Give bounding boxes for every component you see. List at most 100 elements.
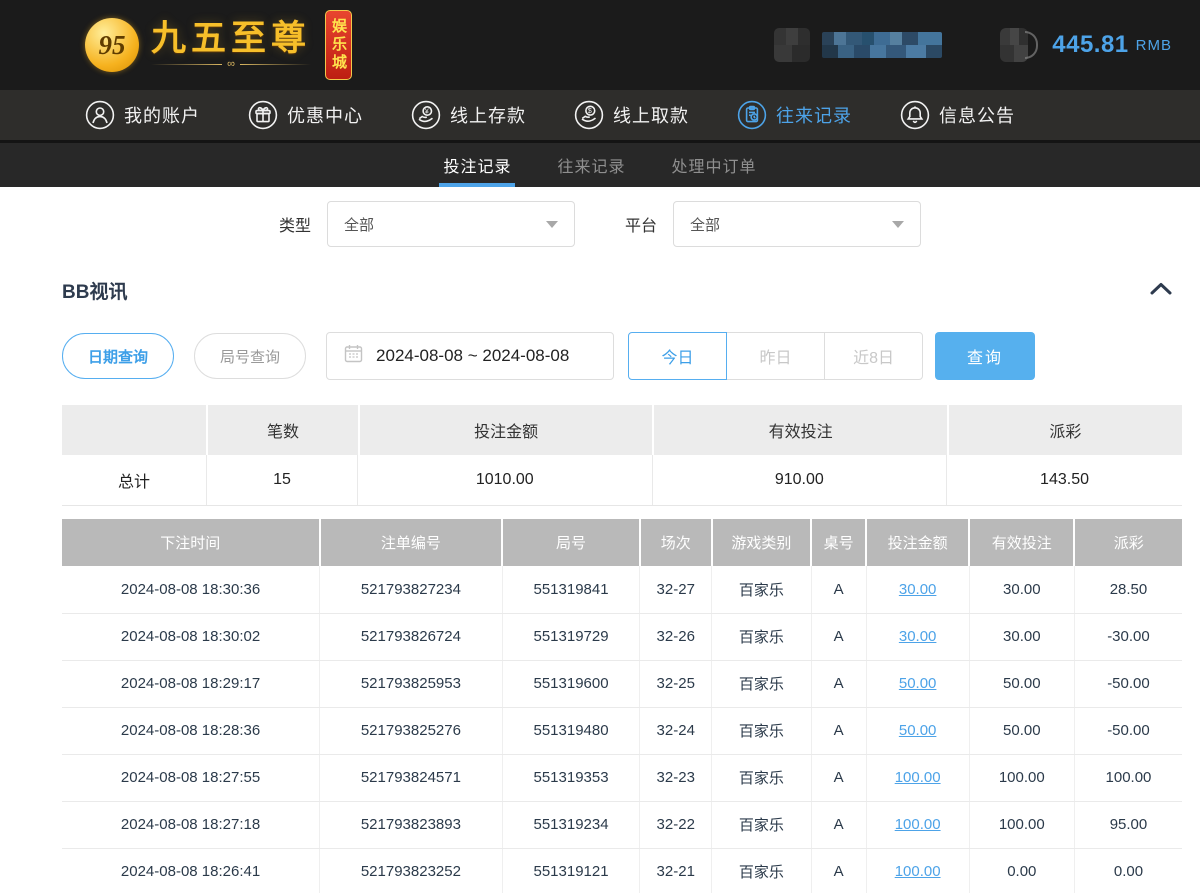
summary-total-bet: 1010.00 (358, 455, 653, 505)
col-bet-amount: 投注金额 (866, 519, 969, 566)
cell-bet-amount: 100.00 (866, 801, 969, 848)
nav-item-withdraw[interactable]: $ 线上取款 (574, 100, 689, 130)
yesterday-button[interactable]: 昨日 (726, 332, 825, 380)
nav-item-promotions[interactable]: 优惠中心 (248, 100, 363, 130)
bet-table-header-row: 下注时间 注单编号 局号 场次 游戏类别 桌号 投注金额 有效投注 派彩 (62, 519, 1182, 566)
col-order-id: 注单编号 (320, 519, 503, 566)
cell-table-no: A (811, 613, 866, 660)
bet-amount-link[interactable]: 100.00 (895, 769, 941, 786)
summary-header-count: 笔数 (208, 405, 358, 455)
logo-95-icon: 95 (85, 18, 139, 72)
date-query-button[interactable]: 日期查询 (62, 333, 174, 379)
wallet-icon (1000, 28, 1028, 62)
table-row: 2024-08-08 18:26:41 521793823252 5513191… (62, 848, 1182, 893)
cell-session: 32-27 (640, 566, 712, 613)
summary-total-count: 15 (207, 455, 358, 505)
collapse-section-button[interactable] (1150, 282, 1172, 300)
tab-processing-orders[interactable]: 处理中订单 (672, 143, 757, 187)
cell-bet-time: 2024-08-08 18:28:36 (62, 707, 320, 754)
table-row: 2024-08-08 18:28:36 521793825276 5513194… (62, 707, 1182, 754)
query-row: 日期查询 局号查询 2024-08-08 ~ 2024-08-08 今日 昨日 … (62, 332, 1182, 380)
cell-session: 32-22 (640, 801, 712, 848)
nav-item-my-account[interactable]: 我的账户 (85, 100, 200, 130)
platform-select[interactable]: 全部 (673, 201, 921, 247)
cell-table-no: A (811, 566, 866, 613)
cell-payout: -50.00 (1074, 707, 1182, 754)
col-game-type: 游戏类别 (712, 519, 812, 566)
cell-game-type: 百家乐 (712, 566, 812, 613)
summary-header-blank (62, 405, 206, 455)
cell-session: 32-21 (640, 848, 712, 893)
bet-amount-link[interactable]: 50.00 (899, 722, 937, 739)
logo-badge: 娱乐城 (325, 10, 352, 80)
sub-nav: 投注记录 往来记录 处理中订单 (0, 143, 1200, 187)
col-valid-bet: 有效投注 (969, 519, 1074, 566)
summary-total-label: 总计 (62, 455, 207, 505)
summary-table: 笔数 投注金额 有效投注 派彩 总计 15 1010.00 910.00 143… (62, 405, 1182, 506)
bet-amount-link[interactable]: 100.00 (895, 816, 941, 833)
cell-round-id: 551319729 (502, 613, 640, 660)
cell-round-id: 551319841 (502, 566, 640, 613)
nav-item-label: 我的账户 (124, 102, 200, 128)
chevron-down-icon (546, 221, 558, 228)
cell-game-type: 百家乐 (712, 754, 812, 801)
table-row: 2024-08-08 18:27:18 521793823893 5513192… (62, 801, 1182, 848)
site-logo[interactable]: 95 九五至尊 ∞ 娱乐城 (85, 10, 352, 80)
cell-round-id: 551319121 (502, 848, 640, 893)
cell-payout: 95.00 (1074, 801, 1182, 848)
cell-valid-bet: 50.00 (969, 660, 1074, 707)
bet-amount-link[interactable]: 30.00 (899, 628, 937, 645)
cell-bet-amount: 30.00 (866, 613, 969, 660)
col-session: 场次 (640, 519, 712, 566)
username-redacted (822, 32, 942, 58)
cell-bet-amount: 100.00 (866, 848, 969, 893)
cell-valid-bet: 50.00 (969, 707, 1074, 754)
summary-header-row: 笔数 投注金额 有效投注 派彩 (62, 405, 1182, 455)
nav-item-label: 往来记录 (776, 102, 852, 128)
withdraw-icon: $ (574, 100, 604, 130)
cell-payout: -50.00 (1074, 660, 1182, 707)
filter-platform: 平台 全部 (625, 201, 921, 247)
cell-bet-time: 2024-08-08 18:27:18 (62, 801, 320, 848)
platform-select-value: 全部 (690, 214, 720, 235)
cell-bet-time: 2024-08-08 18:30:02 (62, 613, 320, 660)
last-8-days-button[interactable]: 近8日 (824, 332, 923, 380)
cell-payout: 100.00 (1074, 754, 1182, 801)
type-select[interactable]: 全部 (327, 201, 575, 247)
bet-amount-link[interactable]: 30.00 (899, 581, 937, 598)
cell-round-id: 551319234 (502, 801, 640, 848)
cell-bet-amount: 30.00 (866, 566, 969, 613)
chevron-up-icon (1150, 282, 1172, 300)
user-area: 445.81 RMB (774, 28, 1172, 62)
cell-payout: -30.00 (1074, 613, 1182, 660)
bell-icon (900, 100, 930, 130)
cell-session: 32-24 (640, 707, 712, 754)
bet-amount-link[interactable]: 50.00 (899, 675, 937, 692)
col-payout: 派彩 (1074, 519, 1182, 566)
cell-bet-amount: 50.00 (866, 660, 969, 707)
cell-game-type: 百家乐 (712, 801, 812, 848)
cell-bet-time: 2024-08-08 18:27:55 (62, 754, 320, 801)
tab-transaction-records[interactable]: 往来记录 (557, 143, 625, 187)
nav-item-transaction-records[interactable]: 往来记录 (737, 100, 852, 130)
date-range-value: 2024-08-08 ~ 2024-08-08 (376, 346, 569, 366)
today-button[interactable]: 今日 (628, 332, 727, 380)
nav-item-announcements[interactable]: 信息公告 (900, 100, 1015, 130)
filter-type: 类型 全部 (279, 201, 575, 247)
nav-item-deposit[interactable]: ¥ 线上存款 (411, 100, 526, 130)
round-query-button[interactable]: 局号查询 (194, 333, 306, 379)
cell-table-no: A (811, 754, 866, 801)
col-table-no: 桌号 (811, 519, 866, 566)
main-nav: 我的账户 优惠中心 ¥ 线上存款 (0, 90, 1200, 143)
bet-table: 下注时间 注单编号 局号 场次 游戏类别 桌号 投注金额 有效投注 派彩 202… (62, 519, 1182, 893)
col-round-id: 局号 (502, 519, 640, 566)
search-button[interactable]: 查询 (935, 332, 1035, 380)
logo-title: 九五至尊 (151, 20, 311, 59)
cell-game-type: 百家乐 (712, 707, 812, 754)
cell-valid-bet: 100.00 (969, 801, 1074, 848)
tab-bet-records[interactable]: 投注记录 (443, 143, 511, 187)
date-range-input[interactable]: 2024-08-08 ~ 2024-08-08 (326, 332, 614, 380)
bet-amount-link[interactable]: 100.00 (895, 863, 941, 880)
cell-round-id: 551319353 (502, 754, 640, 801)
cell-table-no: A (811, 660, 866, 707)
